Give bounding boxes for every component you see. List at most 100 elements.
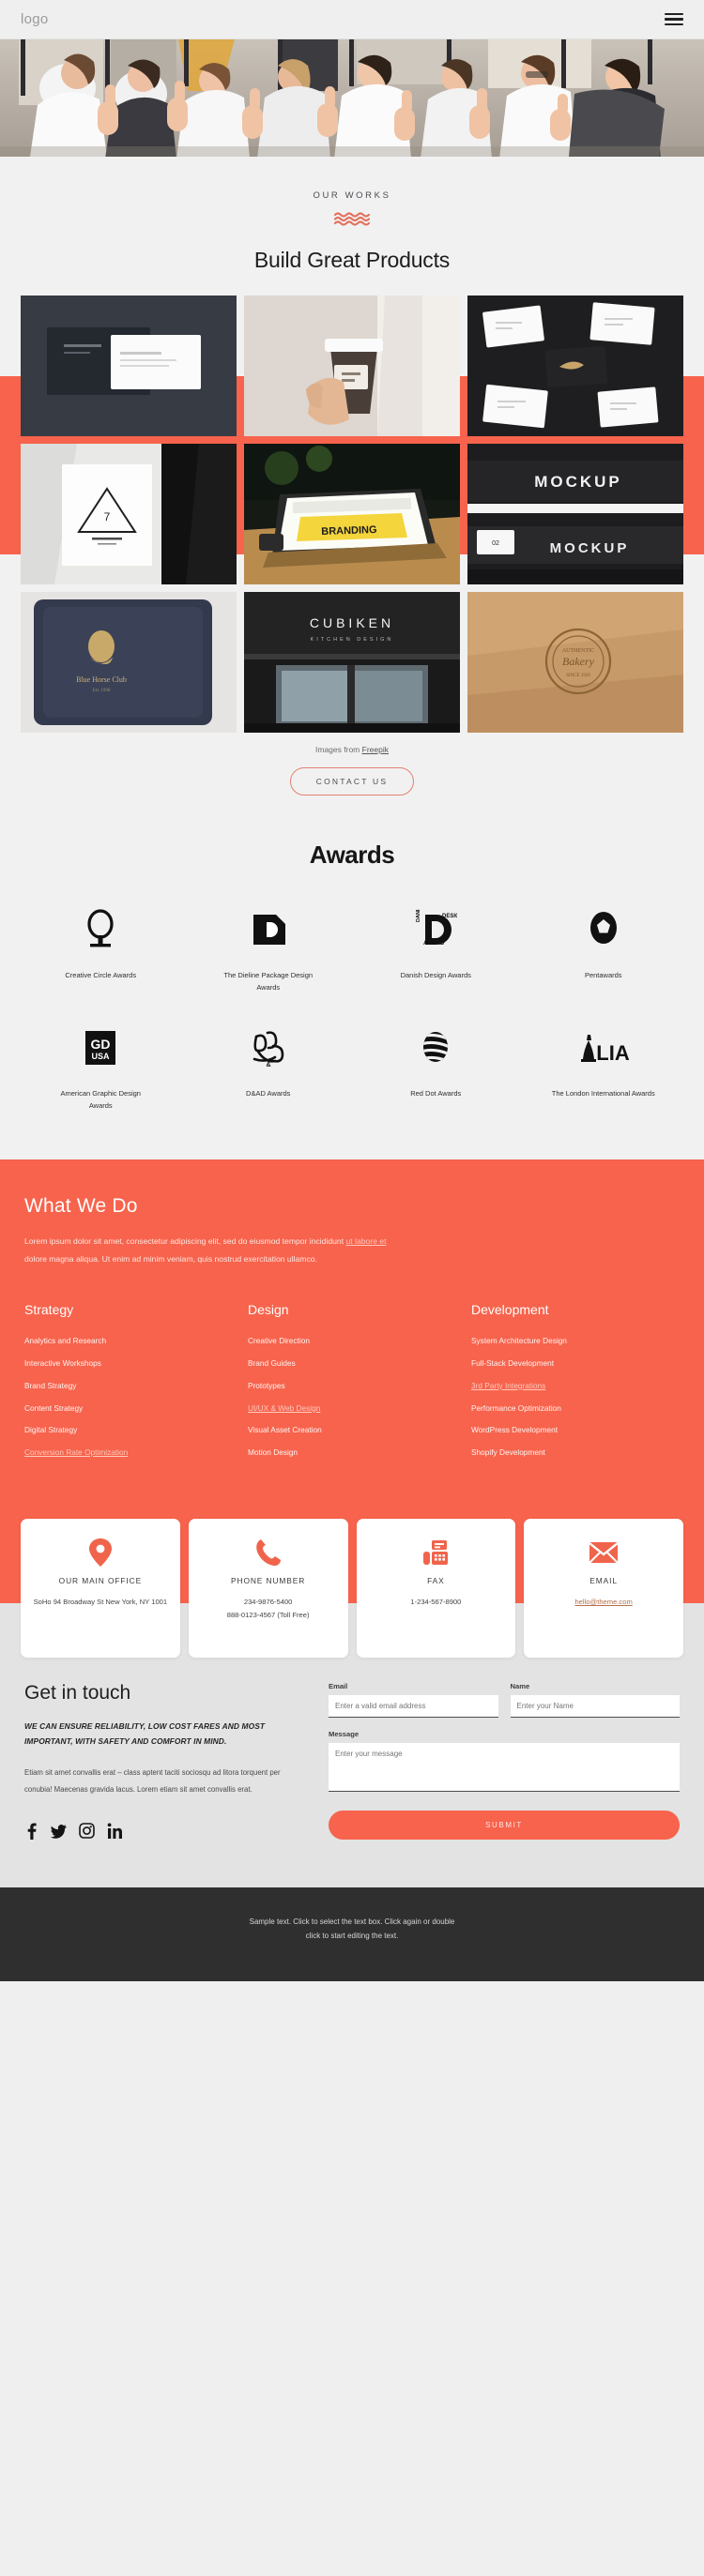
service-item[interactable]: Motion Design <box>248 1447 456 1458</box>
email-field[interactable] <box>329 1694 498 1718</box>
get-in-touch-title: Get in touch <box>24 1681 131 1704</box>
award-item-red-dot[interactable]: Red Dot Awards <box>352 1025 520 1112</box>
card-value: SoHo 94 Broadway St New York, NY 1001 <box>33 1597 168 1606</box>
award-item-the-dieline[interactable]: The Dieline Package Design Awards <box>185 907 353 993</box>
triangle-logo-poster-mockup-image: 7 <box>21 444 237 584</box>
work-tile-3[interactable] <box>467 295 683 436</box>
svg-text:02: 02 <box>492 540 499 547</box>
svg-text:Bakery: Bakery <box>562 655 595 668</box>
svg-text:&: & <box>266 1062 270 1068</box>
service-item[interactable]: Shopify Development <box>471 1447 680 1458</box>
svg-text:MOCKUP: MOCKUP <box>550 540 630 556</box>
card-value: hello@theme.com <box>530 1596 677 1609</box>
service-item[interactable]: Content Strategy <box>24 1403 233 1414</box>
services-columns: Strategy Analytics and Research Interact… <box>24 1302 680 1519</box>
service-item[interactable]: Analytics and Research <box>24 1336 233 1346</box>
service-item[interactable]: Brand Guides <box>248 1358 456 1369</box>
svg-text:CUBIKEN: CUBIKEN <box>310 615 394 630</box>
services-column-design: Design Creative Direction Brand Guides P… <box>248 1302 456 1470</box>
what-we-do-title: What We Do <box>24 1194 138 1217</box>
service-item[interactable]: Conversion Rate Optimization <box>24 1447 233 1458</box>
inline-link[interactable]: ut labore et <box>346 1236 387 1246</box>
name-field[interactable] <box>510 1694 680 1718</box>
service-item[interactable]: Creative Direction <box>248 1336 456 1346</box>
email-link[interactable]: hello@theme.com <box>574 1598 632 1606</box>
paragraph-part-2: dolore magna aliqua. Ut enim ad minim ve… <box>24 1253 317 1264</box>
hamburger-icon[interactable] <box>665 13 683 25</box>
work-tile-6[interactable]: MOCKUP MOCKUP 02 <box>467 444 683 584</box>
instagram-icon[interactable] <box>79 1823 95 1844</box>
site-logo[interactable]: logo <box>21 11 49 27</box>
service-item[interactable]: Performance Optimization <box>471 1403 680 1414</box>
name-label: Name <box>510 1681 530 1690</box>
footer-line-2: click to start editing the text. <box>305 1932 399 1941</box>
award-label: The London International Awards <box>551 1089 655 1099</box>
award-label: The Dieline Package Design Awards <box>223 971 314 993</box>
services-column-development: Development System Architecture Design F… <box>471 1302 680 1470</box>
get-in-touch-copy: Get in touch WE CAN ENSURE RELIABILITY, … <box>24 1682 306 1844</box>
freepik-link[interactable]: Freepik <box>362 745 389 754</box>
service-item[interactable]: System Architecture Design <box>471 1336 680 1346</box>
the-dieline-awards-logo-icon <box>248 907 289 952</box>
service-item[interactable]: Interactive Workshops <box>24 1358 233 1369</box>
service-item[interactable]: Brand Strategy <box>24 1381 233 1391</box>
contact-card-email[interactable]: EMAIL hello@theme.com <box>524 1518 683 1658</box>
card-title: EMAIL <box>589 1575 618 1585</box>
card-title: OUR MAIN OFFICE <box>58 1575 143 1585</box>
service-item[interactable]: WordPress Development <box>471 1425 680 1435</box>
phone-icon <box>195 1533 342 1572</box>
work-tile-7[interactable]: Blue Horse Club Est. 1998 <box>21 592 237 733</box>
message-label: Message <box>329 1729 360 1738</box>
svg-text:MOCKUP: MOCKUP <box>534 473 622 491</box>
contact-us-button[interactable]: CONTACT US <box>289 767 415 796</box>
service-item[interactable]: Full-Stack Development <box>471 1358 680 1369</box>
contact-cards-section: OUR MAIN OFFICE SoHo 94 Broadway St New … <box>0 1518 704 1658</box>
svg-text:Est. 1998: Est. 1998 <box>93 689 111 693</box>
page-title: Build Great Products <box>253 248 451 272</box>
column-heading: Development <box>471 1302 549 1318</box>
gallery-wrapper: 7 BRANDING MOCKUP MOCKUP 02 Blue Horse C… <box>0 295 704 733</box>
svg-text:Blue Horse Club: Blue Horse Club <box>76 675 127 684</box>
awards-title: Awards <box>309 841 395 869</box>
service-item[interactable]: 3rd Party Integrations <box>471 1381 680 1391</box>
service-item[interactable]: Visual Asset Creation <box>248 1425 456 1435</box>
twitter-icon[interactable] <box>50 1823 67 1844</box>
gd-usa-logo-icon: GD USA <box>82 1025 119 1070</box>
contact-card-fax[interactable]: FAX 1-234-567-8900 <box>356 1518 516 1658</box>
service-item[interactable]: UI/UX & Web Design <box>248 1403 456 1414</box>
contact-card-office[interactable]: OUR MAIN OFFICE SoHo 94 Broadway St New … <box>21 1518 180 1658</box>
card-title: FAX <box>427 1575 445 1585</box>
card-title: PHONE NUMBER <box>231 1575 306 1585</box>
work-tile-4[interactable]: 7 <box>21 444 237 584</box>
svg-text:SINCE 1920: SINCE 1920 <box>566 674 590 678</box>
svg-text:AUTHENTIC: AUTHENTIC <box>562 648 594 654</box>
hero-photo-illustration <box>0 39 704 157</box>
social-links <box>24 1823 306 1844</box>
award-item-gd-usa[interactable]: GD USA American Graphic Design Awards <box>17 1025 185 1112</box>
award-item-pentawards[interactable]: Pentawards <box>520 907 688 993</box>
service-item[interactable]: Digital Strategy <box>24 1425 233 1435</box>
wave-divider-icon <box>333 212 371 226</box>
facebook-icon[interactable] <box>24 1823 38 1844</box>
contact-card-phone[interactable]: PHONE NUMBER 234-9876-5400 888-0123-4567… <box>188 1518 348 1658</box>
creative-circle-awards-logo-icon <box>84 907 117 952</box>
scattered-business-cards-dark-image <box>467 295 683 436</box>
work-tile-9[interactable]: AUTHENTIC Bakery SINCE 1920 <box>467 592 683 733</box>
work-tile-2[interactable] <box>244 295 460 436</box>
work-tile-1[interactable] <box>21 295 237 436</box>
awards-section: Awards Creative Circle Awards The Dielin… <box>0 796 704 1159</box>
award-item-dad[interactable]: & D&AD Awards <box>185 1025 353 1112</box>
award-item-creative-circle[interactable]: Creative Circle Awards <box>17 907 185 993</box>
service-item[interactable]: Prototypes <box>248 1381 456 1391</box>
dad-awards-logo-icon: & <box>249 1025 288 1070</box>
award-item-danish-design[interactable]: DESIGN DANISH AWARD Danish Design Awards <box>352 907 520 993</box>
award-item-lia[interactable]: LIA The London International Awards <box>520 1025 688 1112</box>
work-tile-8[interactable]: CUBIKEN KITCHEN DESIGN <box>244 592 460 733</box>
services-column-strategy: Strategy Analytics and Research Interact… <box>24 1302 233 1470</box>
work-tile-5[interactable]: BRANDING <box>244 444 460 584</box>
message-field[interactable] <box>329 1742 680 1792</box>
card-value-line-2: 888-0123-4567 (Toll Free) <box>226 1610 310 1619</box>
submit-button[interactable]: SUBMIT <box>329 1810 680 1840</box>
linkedin-icon[interactable] <box>107 1823 122 1844</box>
get-in-touch-body: Etiam sit amet convallis erat – class ap… <box>24 1767 281 1794</box>
